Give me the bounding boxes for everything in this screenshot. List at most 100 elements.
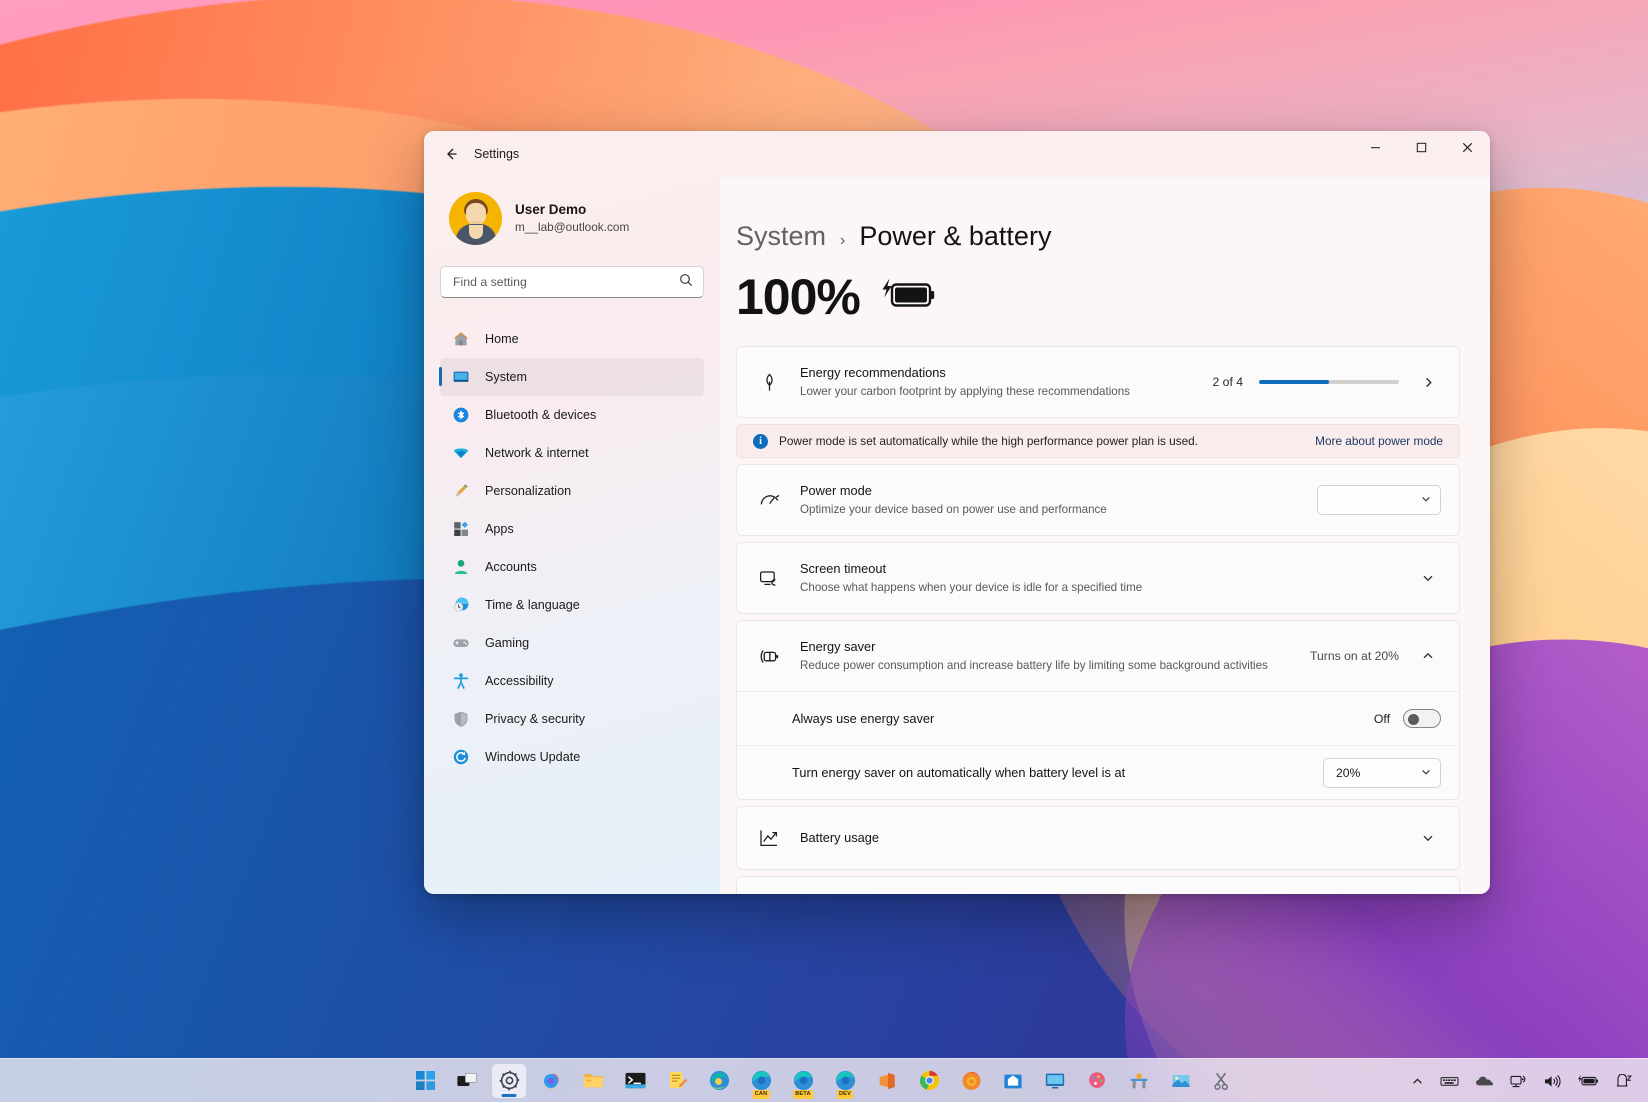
sidebar-item-gaming[interactable]: Gaming [440, 624, 704, 662]
leaf-icon [755, 372, 783, 393]
main-content: System › Power & battery 100% [720, 177, 1490, 894]
minimize-button[interactable] [1352, 131, 1398, 164]
firefox-app[interactable] [954, 1064, 988, 1098]
search-input[interactable] [453, 275, 679, 289]
power-mode-title: Power mode [800, 482, 1317, 501]
sidebar-item-time-language[interactable]: Time & language [440, 586, 704, 624]
window-title: Settings [474, 147, 519, 161]
notepad-app[interactable] [660, 1064, 694, 1098]
energy-recommendations-title: Energy recommendations [800, 364, 1213, 383]
window-titlebar: Settings [424, 131, 1490, 177]
file-explorer-app[interactable] [576, 1064, 610, 1098]
edge-dev-app[interactable] [702, 1064, 736, 1098]
chevron-right-icon[interactable] [1415, 369, 1441, 395]
sidebar: User Demo m__lab@outlook.com [424, 177, 720, 894]
office-app[interactable] [870, 1064, 904, 1098]
edge-dev2-app[interactable]: DEV [828, 1064, 862, 1098]
edge-canary-app[interactable]: CAN [744, 1064, 778, 1098]
sidebar-item-personalization[interactable]: Personalization [440, 472, 704, 510]
maximize-button[interactable] [1398, 131, 1444, 164]
battery-tray-icon[interactable] [1571, 1066, 1605, 1096]
breadcrumb-separator-icon: › [840, 232, 845, 250]
terminal-app[interactable] [618, 1064, 652, 1098]
battery-charging-icon [878, 276, 936, 319]
window-controls [1352, 131, 1490, 164]
wifi-icon [451, 443, 471, 463]
energy-recommendations-card[interactable]: Energy recommendations Lower your carbon… [736, 346, 1460, 418]
energy-saver-card: Energy saver Reduce power consumption an… [736, 620, 1460, 800]
sidebar-item-accessibility[interactable]: Accessibility [440, 662, 704, 700]
power-mode-dropdown[interactable] [1317, 485, 1441, 515]
paint-app[interactable] [1080, 1064, 1114, 1098]
account-summary[interactable]: User Demo m__lab@outlook.com [440, 177, 704, 245]
sidebar-item-label: Windows Update [485, 750, 580, 764]
sidebar-item-accounts[interactable]: Accounts [440, 548, 704, 586]
chevron-up-icon[interactable] [1415, 643, 1441, 669]
always-use-energy-saver-toggle[interactable] [1403, 709, 1441, 728]
info-banner-text: Power mode is set automatically while th… [779, 434, 1304, 448]
copilot-app[interactable] [534, 1064, 568, 1098]
energy-saver-icon [755, 645, 783, 668]
sidebar-nav: Home System [440, 320, 704, 776]
breadcrumb-parent[interactable]: System [736, 221, 826, 252]
sidebar-item-label: Accessibility [485, 674, 554, 688]
network-icon[interactable] [1504, 1066, 1533, 1096]
breadcrumb: System › Power & battery [736, 177, 1460, 252]
settings-app[interactable] [492, 1064, 526, 1098]
energy-saver-header[interactable]: Energy saver Reduce power consumption an… [737, 621, 1459, 691]
onedrive-icon[interactable] [1469, 1066, 1500, 1096]
chevron-down-icon[interactable] [1415, 565, 1441, 591]
sidebar-item-privacy-security[interactable]: Privacy & security [440, 700, 704, 738]
keyboard-layout-icon[interactable] [1434, 1066, 1465, 1096]
battery-percent: 100% [736, 272, 860, 322]
search-box[interactable] [440, 266, 704, 298]
show-hidden-icons-button[interactable] [1405, 1066, 1430, 1096]
sidebar-item-label: System [485, 370, 527, 384]
photos-app[interactable] [1164, 1064, 1198, 1098]
more-about-power-mode-link[interactable]: More about power mode [1315, 434, 1443, 448]
tools-app[interactable] [1122, 1064, 1156, 1098]
back-button[interactable] [434, 139, 468, 169]
account-name: User Demo [515, 201, 629, 219]
auto-threshold-dropdown[interactable]: 20% [1323, 758, 1441, 788]
edge-beta-app[interactable]: BETA [786, 1064, 820, 1098]
chevron-down-icon [1421, 767, 1431, 779]
battery-usage-card[interactable]: Battery usage [736, 806, 1460, 870]
power-button-controls-card[interactable]: Power button controls Choose what happen… [736, 876, 1460, 894]
chevron-down-icon[interactable] [1415, 825, 1441, 851]
energy-recommendations-subtitle: Lower your carbon footprint by applying … [800, 383, 1213, 400]
sidebar-item-apps[interactable]: Apps [440, 510, 704, 548]
auto-threshold-label: Turn energy saver on automatically when … [792, 765, 1323, 780]
sidebar-item-network-internet[interactable]: Network & internet [440, 434, 704, 472]
info-icon: i [753, 434, 768, 449]
apps-grid-icon [451, 519, 471, 539]
remote-desktop-app[interactable] [1038, 1064, 1072, 1098]
close-button[interactable] [1444, 131, 1490, 164]
sidebar-item-bluetooth-devices[interactable]: Bluetooth & devices [440, 396, 704, 434]
sidebar-item-home[interactable]: Home [440, 320, 704, 358]
line-chart-icon [755, 827, 783, 849]
sidebar-item-windows-update[interactable]: Windows Update [440, 738, 704, 776]
system-tray [1405, 1059, 1638, 1103]
power-mode-info-banner: i Power mode is set automatically while … [736, 424, 1460, 458]
paintbrush-icon [451, 481, 471, 501]
start-button[interactable] [408, 1064, 442, 1098]
auto-threshold-row: Turn energy saver on automatically when … [737, 745, 1459, 799]
notifications-icon[interactable] [1609, 1066, 1638, 1096]
sidebar-item-label: Privacy & security [485, 712, 585, 726]
store-app[interactable] [996, 1064, 1030, 1098]
avatar [449, 192, 502, 245]
chrome-app[interactable] [912, 1064, 946, 1098]
screen-timeout-card[interactable]: Screen timeout Choose what happens when … [736, 542, 1460, 614]
snip-app[interactable] [1206, 1064, 1240, 1098]
search-icon [679, 273, 693, 292]
screen-timeout-subtitle: Choose what happens when your device is … [800, 579, 1415, 596]
auto-threshold-value: 20% [1336, 766, 1360, 780]
energy-recommendations-progress [1259, 380, 1399, 384]
always-use-energy-saver-label: Always use energy saver [792, 711, 1374, 726]
sidebar-item-system[interactable]: System [440, 358, 704, 396]
task-view-button[interactable] [450, 1064, 484, 1098]
sidebar-item-label: Home [485, 332, 519, 346]
sidebar-item-label: Bluetooth & devices [485, 408, 596, 422]
volume-icon[interactable] [1537, 1066, 1567, 1096]
